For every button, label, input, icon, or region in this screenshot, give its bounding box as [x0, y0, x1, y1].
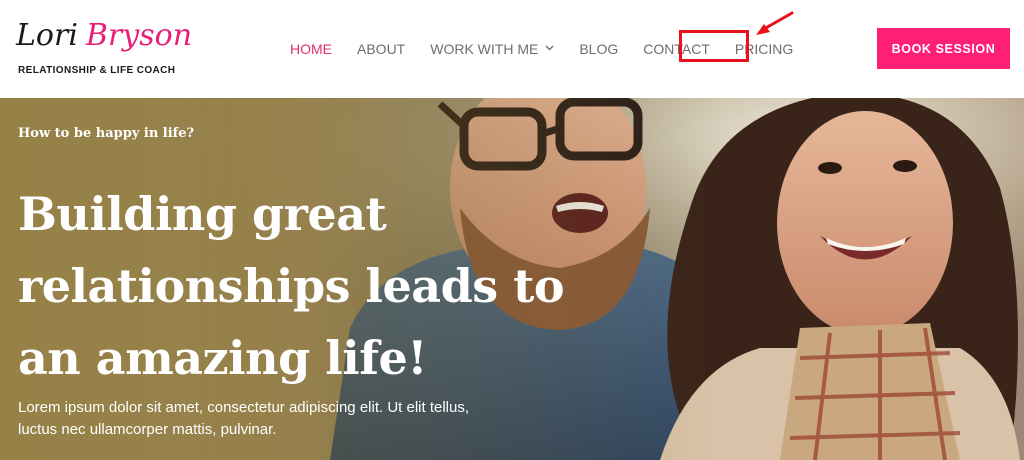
red-arrow-icon	[756, 11, 794, 35]
nav-item-work-with-me[interactable]: WORK WITH ME	[430, 38, 554, 60]
hero-headline-line-3: an amazing life!	[18, 331, 427, 385]
logo-last-name: Bryson	[85, 18, 193, 53]
hero-headline: Building great relationships leads to an…	[18, 178, 578, 394]
pricing-highlight-box	[679, 30, 749, 62]
book-session-button[interactable]: BOOK SESSION	[877, 28, 1010, 69]
site-logo[interactable]: Lori Bryson RELATIONSHIP & LIFE COACH	[16, 16, 192, 80]
logo-wordmark: Lori Bryson	[16, 16, 192, 56]
nav-item-blog[interactable]: BLOG	[579, 38, 618, 60]
nav-item-about[interactable]: ABOUT	[357, 38, 405, 60]
hero-body-line-1: Lorem ipsum dolor sit amet, consectetur …	[18, 399, 470, 416]
nav-item-home[interactable]: HOME	[290, 38, 332, 60]
chevron-down-icon	[545, 38, 554, 60]
hero-body-text: Lorem ipsum dolor sit amet, consectetur …	[18, 397, 518, 441]
hero-headline-line-1: Building great	[18, 187, 387, 241]
hero-eyebrow: How to be happy in life?	[18, 126, 195, 141]
site-header: Lori Bryson RELATIONSHIP & LIFE COACH HOM…	[0, 0, 1024, 98]
hero-body-line-2: luctus nec ullamcorper mattis, pulvinar.	[18, 421, 277, 438]
logo-first-name: Lori	[16, 18, 78, 53]
nav-item-work-with-me-label: WORK WITH ME	[430, 41, 539, 57]
hero-headline-line-2: relationships leads to	[18, 259, 565, 313]
logo-tagline: RELATIONSHIP & LIFE COACH	[18, 65, 176, 76]
